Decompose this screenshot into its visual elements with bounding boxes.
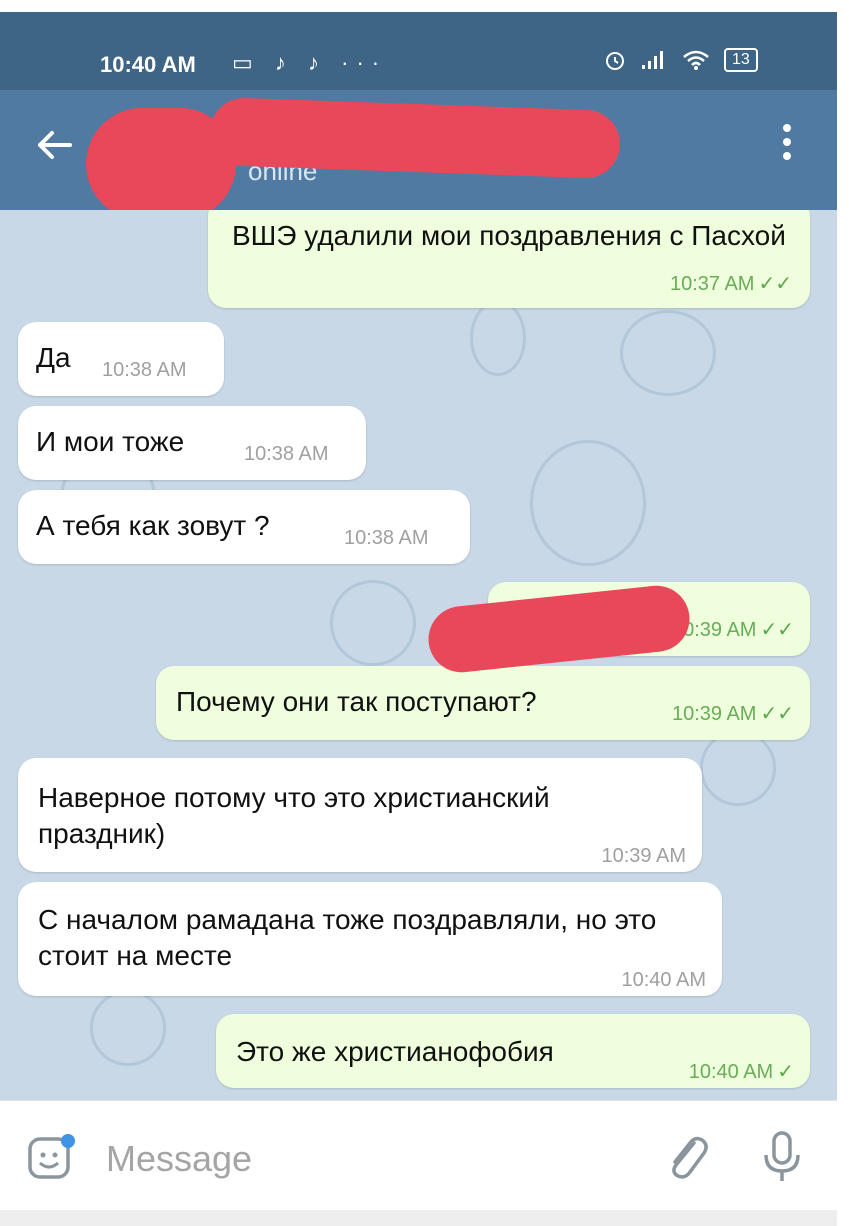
message-incoming[interactable]: С началом рамадана тоже поздравляли, но … [18, 882, 722, 996]
message-time: 10:40 AM [621, 969, 706, 991]
microphone-icon[interactable] [760, 1129, 804, 1185]
message-text: Почему они так поступают? [176, 686, 537, 717]
background-doodle [330, 580, 416, 666]
message-text: А тебя как зовут ? [36, 510, 270, 541]
message-time: 10:39 AM ✓✓ [671, 703, 794, 725]
background-doodle [700, 730, 776, 806]
background-doodle [530, 440, 646, 566]
background-doodle [90, 990, 166, 1066]
message-time: 10:38 AM [344, 527, 429, 549]
message-text: ВШЭ удалили мои поздравления с Пасхой [232, 220, 786, 251]
message-time: 10:38 AM [102, 359, 187, 381]
double-check-icon: ✓✓ [760, 703, 794, 725]
message-text: Наверное потому что это христианский пра… [38, 782, 550, 849]
message-text: Это же христианофобия [236, 1036, 554, 1067]
chat-area[interactable]: ВШЭ удалили мои поздравления с Пасхой 10… [0, 210, 837, 1100]
arrow-left-icon[interactable] [30, 120, 80, 170]
message-outgoing[interactable]: ВШЭ удалили мои поздравления с Пасхой 10… [208, 210, 810, 308]
background-doodle [470, 300, 526, 376]
message-time: 10:39 AM [601, 845, 686, 867]
redaction-mark [208, 96, 622, 180]
message-composer [0, 1100, 837, 1211]
paperclip-icon[interactable] [660, 1129, 710, 1185]
notification-icons: ▭ ♪ ♪ ··· [232, 50, 388, 75]
message-incoming[interactable]: И мои тоже 10:38 AM [18, 406, 366, 480]
right-border [837, 0, 849, 1226]
sticker-icon[interactable] [26, 1131, 78, 1183]
wifi-icon [683, 50, 709, 70]
message-time: 10:38 AM [244, 443, 329, 465]
check-icon: ✓ [777, 1061, 794, 1083]
top-border [0, 0, 849, 12]
message-outgoing[interactable]: Почему они так поступают? 10:39 AM ✓✓ [156, 666, 810, 740]
double-check-icon: ✓✓ [758, 273, 792, 295]
message-input[interactable] [104, 1133, 628, 1185]
message-incoming[interactable]: А тебя как зовут ? 10:38 AM [18, 490, 470, 564]
status-bar: 10:40 AM ▭ ♪ ♪ ··· 13 [0, 12, 837, 90]
message-text: Да [36, 342, 71, 373]
system-icons: 13 [604, 48, 758, 72]
signal-icon [642, 51, 663, 69]
message-outgoing[interactable]: Это же христианофобия 10:40 AM ✓ [216, 1014, 810, 1088]
message-incoming[interactable]: Наверное потому что это христианский пра… [18, 758, 702, 872]
message-text: С началом рамадана тоже поздравляли, но … [38, 904, 657, 971]
message-time: 10:37 AM ✓✓ [669, 273, 792, 295]
double-check-icon: ✓✓ [760, 619, 794, 641]
background-doodle [620, 310, 716, 396]
message-time: 10:40 AM ✓ [688, 1061, 794, 1083]
message-incoming[interactable]: Да 10:38 AM [18, 322, 224, 396]
alarm-icon [606, 52, 624, 70]
navigation-bar [0, 1210, 837, 1226]
message-text: И мои тоже [36, 426, 185, 457]
more-vertical-icon[interactable] [775, 120, 799, 170]
status-time: 10:40 AM [100, 52, 196, 77]
battery-indicator: 13 [724, 48, 758, 72]
message-time: 10:39 AM ✓✓ [671, 619, 794, 641]
